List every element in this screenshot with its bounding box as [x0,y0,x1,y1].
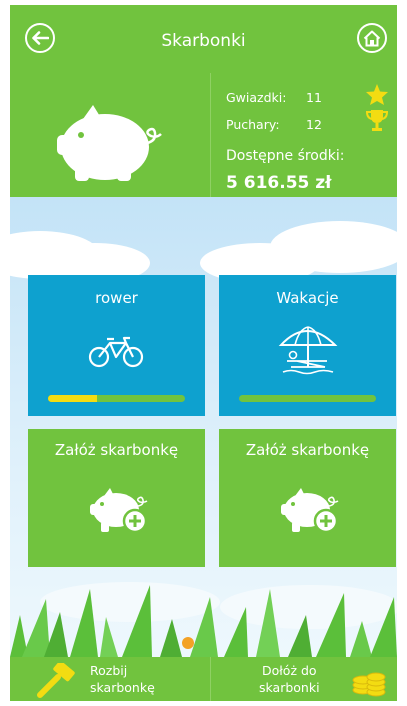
add-to-piggy-bank-label: Dołóż do skarbonki [259,663,320,695]
piggy-bank-name: rower [95,289,138,307]
add-to-piggy-bank-button[interactable]: Dołóż do skarbonki [211,657,397,701]
coins-icon [352,672,386,697]
bottom-action-bar: Rozbij skarbonkę Dołóż do skarbonki [10,657,397,701]
divider [210,73,211,197]
hammer-icon [37,663,75,698]
piggy-bank-name: Wakacje [276,289,339,307]
savings-progress-fill [48,395,98,402]
break-piggy-bank-label: Rozbij skarbonkę [90,663,155,695]
stars-value: 11 [306,90,322,105]
app-screen: Skarbonki Gwiazdki: 11 Puchary: 12 Dostę… [10,5,397,701]
beach-umbrella-icon [278,326,338,375]
bicycle-icon [88,336,144,368]
create-piggy-bank-button[interactable]: Załóż skarbonkę [28,429,205,567]
savings-progress-bar [239,395,376,402]
create-piggy-bank-label: Załóż skarbonkę [245,441,370,459]
trophy-icon [365,110,389,131]
available-funds-value: 5 616.55 zł [226,173,332,193]
piggy-bank-tile-wakacje[interactable]: Wakacje [219,275,396,416]
stars-label: Gwiazdki: [226,90,287,105]
top-bar: Skarbonki [10,5,397,83]
add-piggy-bank-icon [281,488,339,534]
create-piggy-bank-label: Załóż skarbonkę [54,441,179,459]
cups-value: 12 [306,117,322,132]
available-funds-label: Dostępne środki: [226,148,345,164]
stats-panel: Gwiazdki: 11 Puchary: 12 Dostępne środki… [10,73,397,197]
star-icon [366,84,388,105]
page-title: Skarbonki [161,31,246,51]
piggy-bank-icon [57,105,162,181]
piggy-bank-tile-rower[interactable]: rower [28,275,205,416]
home-icon [363,30,381,46]
break-piggy-bank-button[interactable]: Rozbij skarbonkę [10,657,210,701]
savings-progress-bar [48,395,185,402]
cups-label: Puchary: [226,117,280,132]
create-piggy-bank-button[interactable]: Załóż skarbonkę [219,429,396,567]
sky-background [10,197,397,657]
home-button[interactable] [357,23,387,53]
add-piggy-bank-icon [90,488,148,534]
clouds-and-grass [10,221,397,657]
